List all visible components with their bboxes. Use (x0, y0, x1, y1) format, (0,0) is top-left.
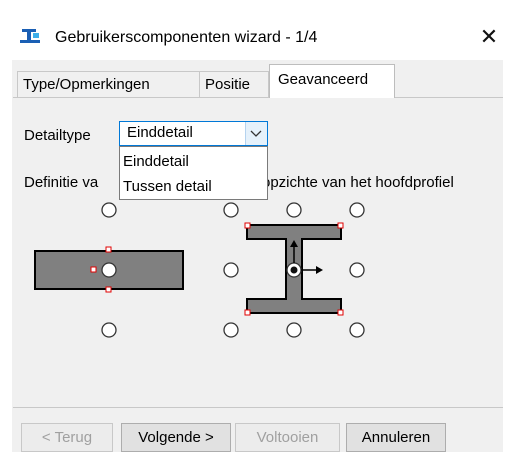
position-radio-left-top[interactable] (101, 202, 117, 218)
handle-point (90, 266, 97, 273)
detailtype-value: Einddetail (127, 124, 193, 141)
detailtype-select[interactable]: Einddetail (119, 121, 268, 146)
footer-divider (13, 407, 503, 408)
position-radio-top-right[interactable] (349, 202, 365, 218)
detailtype-dropdown-list: Einddetail Tussen detail (119, 146, 268, 200)
definition-label-left: Definitie va (24, 174, 99, 191)
close-icon: ✕ (479, 24, 499, 49)
position-radio-left-center[interactable] (101, 262, 117, 278)
position-radio-bottom-left[interactable] (223, 322, 239, 338)
definition-label-right: opzichte van het hoofdprofiel (262, 174, 454, 191)
detailtype-label: Detailtype (24, 127, 91, 144)
window-title: Gebruikerscomponenten wizard - 1/4 (55, 29, 318, 46)
back-button[interactable]: < Terug (21, 423, 113, 452)
cancel-button[interactable]: Annuleren (346, 423, 446, 452)
dropdown-option-tussen-detail[interactable]: Tussen detail (123, 178, 212, 195)
close-button[interactable]: ✕ (474, 22, 504, 52)
handle-point (244, 222, 251, 229)
dropdown-option-einddetail[interactable]: Einddetail (123, 153, 189, 170)
next-button[interactable]: Volgende > (121, 423, 231, 452)
tab-geavanceerd[interactable]: Geavanceerd (269, 64, 395, 98)
position-radio-top-center[interactable] (286, 202, 302, 218)
position-radio-middle-left[interactable] (223, 262, 239, 278)
tab-label: Geavanceerd (278, 71, 369, 88)
tab-type-opmerkingen[interactable]: Type/Opmerkingen (17, 71, 200, 97)
chevron-down-icon (250, 130, 262, 137)
tab-label: Positie (205, 76, 251, 93)
position-radio-bottom-center[interactable] (286, 322, 302, 338)
finish-button[interactable]: Voltooien (235, 423, 340, 452)
dropdown-button[interactable] (245, 122, 267, 145)
arrow-head-right (316, 266, 323, 274)
tab-positie[interactable]: Positie (199, 71, 269, 97)
handle-point (105, 246, 112, 253)
position-diagram (34, 202, 365, 338)
position-radio-left-bottom[interactable] (101, 322, 117, 338)
position-radio-top-left[interactable] (223, 202, 239, 218)
handle-point (337, 309, 344, 316)
tab-label: Type/Opmerkingen (23, 76, 150, 93)
component-wizard-icon (20, 29, 40, 43)
handle-point (337, 222, 344, 229)
position-radio-bottom-right[interactable] (349, 322, 365, 338)
title-bar: Gebruikerscomponenten wizard - 1/4 ✕ (0, 0, 507, 56)
handle-point (244, 309, 251, 316)
position-radio-middle-right[interactable] (349, 262, 365, 278)
handle-point (105, 286, 112, 293)
selected-dot (290, 266, 298, 274)
